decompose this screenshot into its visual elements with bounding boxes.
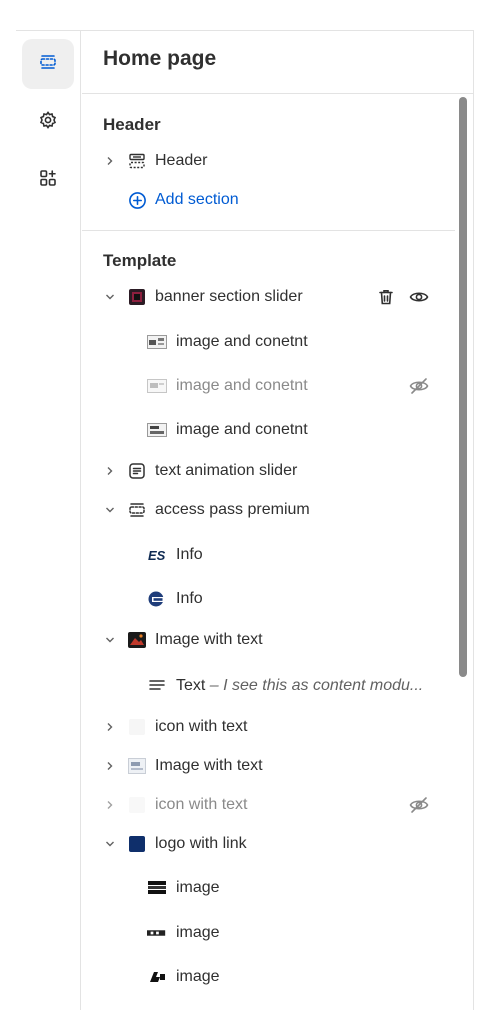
- block-row[interactable]: image: [82, 915, 453, 951]
- add-section-button[interactable]: Add section: [82, 182, 453, 218]
- blank-thumbnail-icon: [127, 795, 147, 815]
- sections-icon: [38, 52, 58, 77]
- logo-thumbnail-icon: [147, 589, 167, 609]
- chevron-down-icon[interactable]: [104, 838, 116, 850]
- block-label: image and conetnt: [176, 377, 308, 394]
- image-thumbnail-icon: [147, 376, 167, 396]
- gear-icon: [38, 110, 58, 135]
- block-row[interactable]: image and conetnt: [82, 412, 453, 448]
- block-label: Info: [176, 590, 203, 607]
- section-row-access-pass[interactable]: access pass premium: [82, 492, 453, 528]
- image-thumbnail-icon: [147, 420, 167, 440]
- block-row[interactable]: Info: [82, 581, 453, 617]
- block-row[interactable]: ES Info: [82, 537, 453, 573]
- section-label: access pass premium: [155, 501, 310, 518]
- chevron-down-icon[interactable]: [104, 504, 116, 516]
- header-layout-icon: [127, 151, 147, 171]
- rail-sections-button[interactable]: [22, 39, 74, 89]
- sections-icon: [127, 500, 147, 520]
- divider: [82, 230, 455, 231]
- section-row-icon-with-text[interactable]: icon with text: [82, 709, 453, 745]
- block-subtitle: – I see this as content modu...: [205, 677, 424, 694]
- section-label: banner section slider: [155, 288, 303, 305]
- eye-icon[interactable]: [408, 286, 430, 308]
- logo-thumbnail-icon: [147, 923, 167, 943]
- section-label: icon with text: [155, 796, 248, 813]
- block-label: Text – I see this as content modu...: [176, 677, 424, 694]
- rail-theme-settings-button[interactable]: [22, 97, 74, 147]
- block-label: image and conetnt: [176, 333, 308, 350]
- sidebar-rail: [16, 31, 81, 1010]
- chevron-right-icon[interactable]: [104, 799, 116, 811]
- chevron-down-icon[interactable]: [104, 634, 116, 646]
- template-group-title: Template: [103, 251, 177, 270]
- block-row[interactable]: image and conetnt: [82, 324, 453, 360]
- chevron-right-icon[interactable]: [104, 155, 116, 167]
- block-label: image: [176, 968, 220, 985]
- header-group-title: Header: [103, 115, 161, 134]
- image-thumbnail-icon: [127, 630, 147, 650]
- section-row-text-animation[interactable]: text animation slider: [82, 453, 453, 489]
- editor-frame: Home page Header Header Add section Temp…: [16, 30, 474, 1010]
- section-row-image-with-text-2[interactable]: Image with text: [82, 748, 453, 784]
- section-label: Image with text: [155, 757, 263, 774]
- chevron-right-icon[interactable]: [104, 465, 116, 477]
- chevron-right-icon[interactable]: [104, 721, 116, 733]
- block-row[interactable]: image: [82, 959, 453, 995]
- divider: [82, 93, 473, 94]
- text-block-icon: [127, 461, 147, 481]
- block-row[interactable]: image: [82, 870, 453, 906]
- section-label: text animation slider: [155, 462, 298, 479]
- section-row-banner-slider[interactable]: banner section slider: [82, 279, 453, 315]
- apps-add-icon: [38, 168, 58, 193]
- logo-thumbnail-icon: [147, 878, 167, 898]
- block-row[interactable]: Text – I see this as content modu...: [82, 668, 453, 704]
- section-label: logo with link: [155, 835, 247, 852]
- banner-thumbnail-icon: [127, 287, 147, 307]
- eye-off-icon[interactable]: [408, 794, 430, 816]
- section-row-icon-with-text-2[interactable]: icon with text: [82, 787, 453, 823]
- add-section-label: Add section: [155, 191, 239, 208]
- eye-off-icon[interactable]: [408, 375, 430, 397]
- plus-circle-icon: [127, 190, 147, 210]
- logo-thumbnail-icon: ES: [147, 545, 167, 565]
- section-label: Header: [155, 152, 208, 169]
- section-label: Image with text: [155, 631, 263, 648]
- chevron-right-icon[interactable]: [104, 760, 116, 772]
- block-label: image: [176, 879, 220, 896]
- section-row-logo-with-link[interactable]: logo with link: [82, 826, 453, 862]
- image-thumbnail-icon: [127, 756, 147, 776]
- section-row-header[interactable]: Header: [82, 143, 453, 179]
- block-row[interactable]: image and conetnt: [82, 368, 453, 404]
- section-row-image-with-text[interactable]: Image with text: [82, 622, 453, 658]
- block-label: image: [176, 924, 220, 941]
- section-label: icon with text: [155, 718, 248, 735]
- chevron-down-icon[interactable]: [104, 291, 116, 303]
- rail-apps-button[interactable]: [22, 155, 74, 205]
- block-label: Info: [176, 546, 203, 563]
- block-label: image and conetnt: [176, 421, 308, 438]
- scrollbar[interactable]: [459, 97, 467, 677]
- color-swatch-icon: [127, 834, 147, 854]
- blank-thumbnail-icon: [127, 717, 147, 737]
- text-lines-icon: [147, 676, 167, 696]
- sections-panel: Home page Header Header Add section Temp…: [82, 31, 473, 1010]
- image-thumbnail-icon: [147, 332, 167, 352]
- svg-text:ES: ES: [148, 548, 166, 562]
- trash-icon[interactable]: [375, 286, 397, 308]
- page-title: Home page: [103, 47, 217, 70]
- logo-thumbnail-icon: [147, 967, 167, 987]
